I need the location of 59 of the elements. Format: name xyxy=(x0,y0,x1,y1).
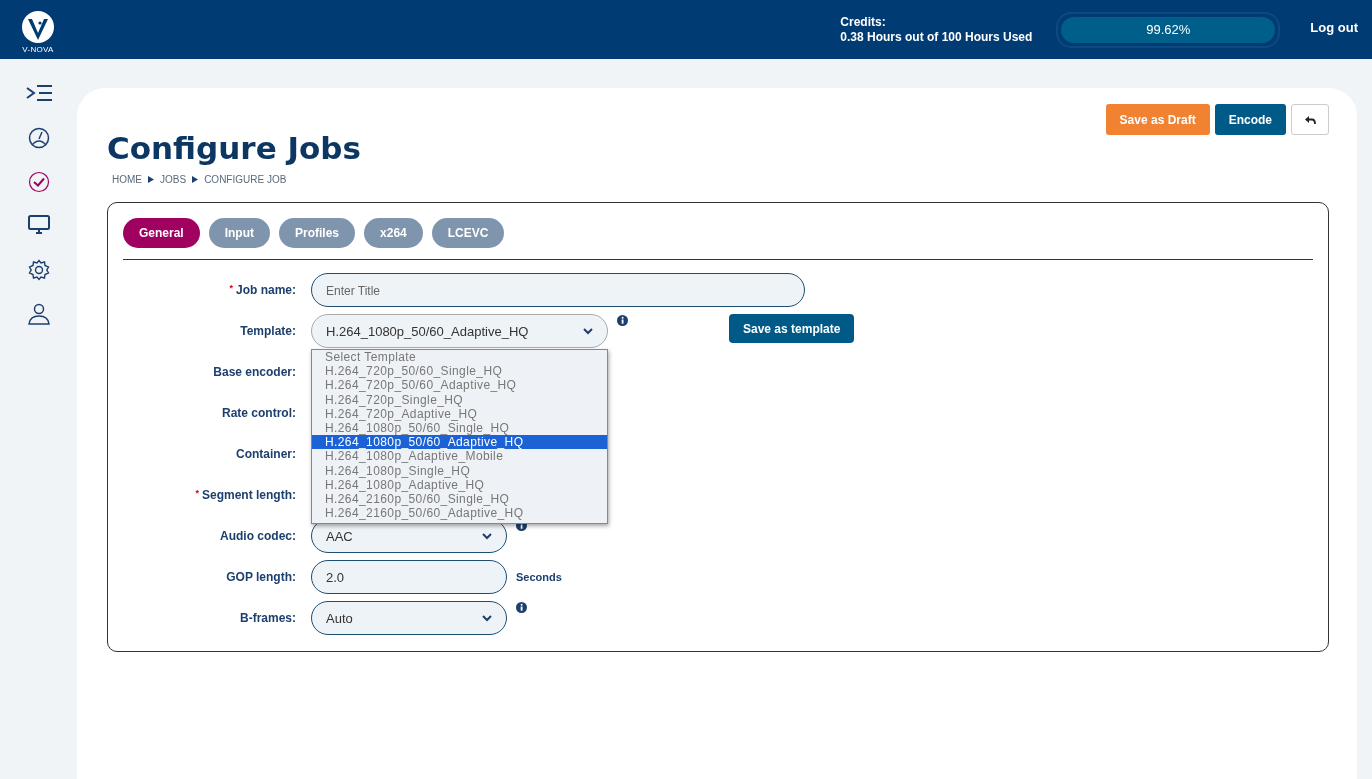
dropdown-option[interactable]: H.264_720p_50/60_Adaptive_HQ xyxy=(312,378,607,393)
unit-label: Seconds xyxy=(516,571,562,583)
field-label: Template: xyxy=(240,324,296,338)
check-circle-icon[interactable] xyxy=(27,171,50,193)
field-label: Base encoder: xyxy=(213,365,296,379)
logo-text: V-NOVA xyxy=(22,44,54,54)
dropdown-option[interactable]: H.264_720p_Adaptive_HQ xyxy=(312,406,607,421)
credits-label: Credits: xyxy=(840,14,887,30)
field-label: Audio codec: xyxy=(220,529,296,543)
dropdown-option[interactable]: H.264_2160p_50/60_Single_HQ xyxy=(312,491,607,507)
dropdown-option[interactable]: H.264_1080p_Adaptive_Mobile xyxy=(312,449,607,464)
dropdown-option[interactable]: H.264_1080p_Single_HQ xyxy=(312,463,607,478)
save-template-button[interactable]: Save as template xyxy=(729,314,855,343)
monitor-icon[interactable] xyxy=(27,215,50,234)
tab[interactable]: Profiles xyxy=(279,218,356,248)
save-draft-button[interactable]: Save as Draft xyxy=(1105,104,1210,135)
required-marker: * xyxy=(195,488,199,498)
page-title: Configure Jobs xyxy=(107,130,361,166)
field-label: Container: xyxy=(236,447,296,461)
field-label: Segment length: xyxy=(202,488,296,502)
chevron-down-icon xyxy=(482,532,492,540)
input-field[interactable]: Enter Title xyxy=(311,273,805,307)
back-button[interactable] xyxy=(1291,104,1329,135)
breadcrumb-link[interactable]: JOBS xyxy=(160,174,187,185)
tab[interactable]: LCEVC xyxy=(431,218,505,248)
user-icon[interactable] xyxy=(27,303,50,325)
dropdown-option[interactable]: H.264_1080p_50/60_Single_HQ xyxy=(312,420,607,436)
encode-button[interactable]: Encode xyxy=(1214,104,1286,135)
breadcrumb-link[interactable]: HOME xyxy=(112,174,142,185)
field-label: GOP length: xyxy=(226,570,296,584)
tab[interactable]: Input xyxy=(208,218,271,248)
tab[interactable]: General xyxy=(123,218,200,248)
dropdown-option[interactable]: Select Template xyxy=(312,350,607,365)
required-marker: * xyxy=(229,283,233,293)
undo-arrow-icon xyxy=(1304,114,1316,125)
field-label: Rate control: xyxy=(222,406,296,420)
field-label: B-frames: xyxy=(240,611,296,625)
logout-link[interactable]: Log out xyxy=(1310,20,1358,35)
breadcrumb-link[interactable]: CONFIGURE JOB xyxy=(204,174,287,185)
dropdown-option[interactable]: H.264_1080p_Adaptive_HQ xyxy=(312,477,607,492)
select-field[interactable]: H.264_1080p_50/60_Adaptive_HQ xyxy=(311,314,608,348)
menu-icon[interactable] xyxy=(24,83,53,103)
gauge-icon[interactable] xyxy=(27,127,50,149)
logo-icon xyxy=(21,9,55,44)
input-field[interactable]: 2.0 xyxy=(311,560,507,594)
chevron-down-icon xyxy=(583,327,593,335)
chevron-down-icon xyxy=(482,614,492,622)
credits-usage: 0.38 Hours out of 100 Hours Used xyxy=(840,29,1033,45)
dropdown-option[interactable]: H.264_1080p_50/60_Adaptive_HQ xyxy=(312,435,607,450)
dropdown-option[interactable]: H.264_720p_Single_HQ xyxy=(312,392,607,407)
dropdown-option[interactable]: H.264_2160p_50/60_Adaptive_HQ xyxy=(312,506,607,521)
meter-reading: 99.62% xyxy=(1145,21,1192,37)
breadcrumb-separator-icon xyxy=(148,176,154,183)
tab[interactable]: x264 xyxy=(364,218,423,248)
gear-icon[interactable] xyxy=(27,259,50,281)
breadcrumb-separator-icon xyxy=(192,176,199,183)
select-field[interactable]: Auto xyxy=(311,601,507,635)
dropdown-option[interactable]: H.264_720p_50/60_Single_HQ xyxy=(312,364,607,379)
field-label: Job name: xyxy=(236,283,296,297)
